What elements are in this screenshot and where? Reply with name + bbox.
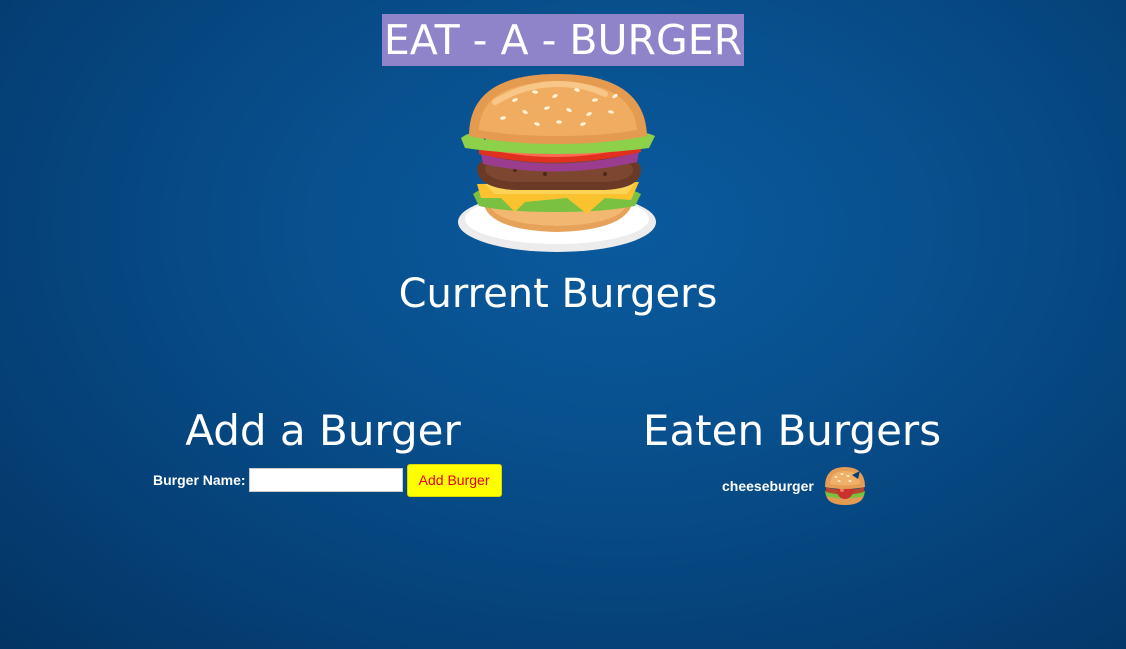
current-burgers-heading: Current Burgers [398,271,718,317]
header: EAT - A - BURGER [0,14,1126,66]
add-burger-form: Burger Name: Add Burger [153,462,502,498]
add-burger-button[interactable]: Add Burger [406,463,502,497]
eaten-burgers-heading: Eaten Burgers [642,406,942,455]
burger-name-label: Burger Name: [153,472,246,488]
burger-hero-image [458,74,656,252]
eaten-burger-item: cheeseburger [722,464,868,508]
eaten-burger-icon [824,467,865,505]
app-title: EAT - A - BURGER [381,14,745,66]
eaten-burger-name: cheeseburger [722,478,814,494]
eaten-burgers-list: cheeseburger [722,464,868,508]
burger-name-input[interactable] [248,468,403,492]
add-burger-heading: Add a Burger [185,406,461,455]
